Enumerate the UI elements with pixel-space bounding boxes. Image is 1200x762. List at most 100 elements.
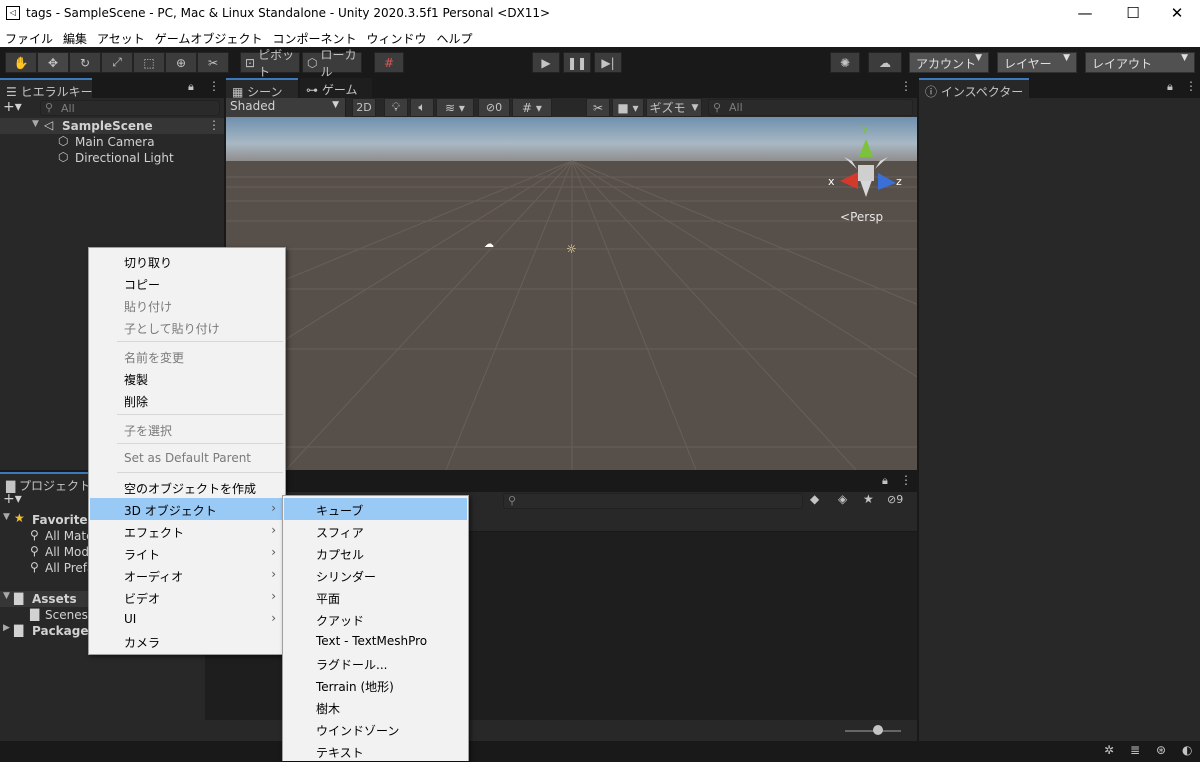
menu-item-select-children[interactable]: 子を選択 — [90, 418, 284, 440]
submenu-item-tree[interactable]: 樹木 — [284, 696, 467, 718]
tab-hierarchy[interactable]: ☰ ヒエラルキー — [0, 78, 93, 99]
lock-icon[interactable]: 🔒︎ — [1167, 80, 1173, 94]
lighting-toggle[interactable]: 💡︎ — [384, 98, 408, 117]
projection-toggle[interactable]: <Persp — [840, 210, 883, 224]
tab-scene[interactable]: ▦ シーン — [226, 78, 298, 99]
favorite-star-icon[interactable]: ★ — [863, 492, 874, 506]
auto-generate-lighting-icon[interactable]: ⊛ — [1156, 743, 1166, 757]
menu-item-delete[interactable]: 削除 — [90, 389, 284, 411]
submenu-item-capsule[interactable]: カプセル — [284, 542, 467, 564]
maximize-button[interactable]: ☐ — [1110, 0, 1156, 27]
sun-gizmo-icon[interactable]: ☼ — [566, 242, 577, 256]
hierarchy-search-input[interactable]: ⚲ All — [40, 100, 220, 116]
layout-dropdown[interactable]: レイアウト ▼ — [1085, 52, 1195, 73]
menu-help[interactable]: ヘルプ — [431, 27, 477, 47]
menu-item-cut[interactable]: 切り取り — [90, 250, 284, 272]
minimize-button[interactable]: — — [1062, 0, 1108, 27]
hidden-packages-toggle[interactable]: ⊘9 — [887, 493, 903, 506]
grid-dropdown[interactable]: # ▾ — [512, 98, 552, 117]
menu-item-paste[interactable]: 貼り付け — [90, 294, 284, 316]
lock-icon[interactable]: 🔒︎ — [882, 474, 888, 488]
hierarchy-item-directional-light[interactable]: ⬡ Directional Light — [0, 150, 224, 166]
tab-project[interactable]: ▇ プロジェクト — [0, 472, 91, 493]
submenu-item-quad[interactable]: クアッド — [284, 608, 467, 630]
menu-item-create-empty[interactable]: 空のオブジェクトを作成 — [90, 476, 284, 498]
filter-by-label-icon[interactable]: ◈ — [838, 492, 847, 506]
cloud-button[interactable]: ☁ — [868, 52, 902, 73]
audio-toggle[interactable]: 🔈︎ — [410, 98, 434, 117]
menu-component[interactable]: コンポーネント — [267, 27, 361, 47]
custom-tool-button[interactable]: ✂ — [197, 52, 229, 73]
project-create-button[interactable]: +▾ — [3, 491, 22, 507]
kebab-menu-icon[interactable]: ⋮ — [208, 79, 220, 93]
scene-tools-button[interactable]: ✂ — [586, 98, 610, 117]
submenu-item-terrain[interactable]: Terrain (地形) — [284, 674, 467, 696]
kebab-menu-icon[interactable]: ⋮ — [900, 473, 912, 487]
submenu-item-cylinder[interactable]: シリンダー — [284, 564, 467, 586]
menu-edit[interactable]: 編集 — [58, 27, 92, 47]
menu-item-set-default-parent[interactable]: Set as Default Parent — [90, 447, 284, 469]
2d-toggle[interactable]: 2D — [352, 98, 376, 117]
step-button[interactable]: ▶| — [594, 52, 622, 73]
tab-game[interactable]: ⊶ ゲーム — [300, 78, 372, 98]
menu-assets[interactable]: アセット — [92, 27, 150, 47]
submenu-item-plane[interactable]: 平面 — [284, 586, 467, 608]
submenu-item-ragdoll[interactable]: ラグドール... — [284, 652, 467, 674]
local-toggle[interactable]: ⬡ ローカル — [302, 48, 362, 79]
kebab-menu-icon[interactable]: ⋮ — [208, 118, 220, 132]
shading-mode-dropdown[interactable]: Shaded ▼ — [226, 98, 346, 117]
scene-search-input[interactable]: ⚲ All — [708, 99, 913, 116]
scene-viewport[interactable]: ☁ ☼ y x z <Persp — [226, 117, 917, 470]
menu-item-ui[interactable]: UI › — [90, 608, 284, 630]
cache-server-icon[interactable]: ≣ — [1130, 743, 1140, 757]
pivot-toggle[interactable]: ⊡ ピボット — [240, 48, 300, 79]
progress-icon[interactable]: ◐ — [1182, 743, 1192, 757]
transform-tool-button[interactable]: ⊕ — [165, 52, 197, 73]
submenu-item-text[interactable]: テキスト — [284, 740, 467, 762]
hidden-objects-toggle[interactable]: ⊘ 0 — [478, 98, 510, 117]
submenu-item-textmeshpro[interactable]: Text - TextMeshPro — [284, 630, 467, 652]
kebab-menu-icon[interactable]: ⋮ — [900, 79, 912, 93]
tab-inspector[interactable]: ⓘ インスペクター — [919, 78, 1029, 99]
pause-button[interactable]: ❚❚ — [563, 52, 591, 73]
menu-item-light[interactable]: ライト › — [90, 542, 284, 564]
layers-dropdown[interactable]: レイヤー ▼ — [997, 52, 1077, 73]
rotate-tool-button[interactable]: ↻ — [69, 52, 101, 73]
hierarchy-item-main-camera[interactable]: ⬡ Main Camera — [0, 134, 224, 150]
menu-item-paste-as-child[interactable]: 子として貼り付け — [90, 316, 284, 338]
submenu-item-windzone[interactable]: ウインドゾーン — [284, 718, 467, 740]
menu-item-copy[interactable]: コピー — [90, 272, 284, 294]
camera-dropdown[interactable]: ■ ▾ — [612, 98, 644, 117]
menu-item-duplicate[interactable]: 複製 — [90, 367, 284, 389]
rect-tool-button[interactable]: ⬚ — [133, 52, 165, 73]
scale-tool-button[interactable]: ⤢ — [101, 52, 133, 73]
orientation-gizmo[interactable] — [826, 125, 906, 205]
effects-dropdown[interactable]: ≋ ▾ — [436, 98, 474, 117]
slider-thumb[interactable] — [873, 725, 883, 735]
project-search-input[interactable]: ⚲ — [503, 493, 803, 509]
collab-button[interactable]: ✺ — [830, 52, 860, 73]
hand-tool-button[interactable]: ✋ — [5, 52, 37, 73]
menu-gameobject[interactable]: ゲームオブジェクト — [150, 27, 268, 47]
filter-by-type-icon[interactable]: ◆ — [810, 492, 819, 506]
move-tool-button[interactable]: ✥ — [37, 52, 69, 73]
menu-item-3d-object[interactable]: 3D オブジェクト › — [90, 498, 284, 520]
close-button[interactable]: ✕ — [1154, 0, 1200, 27]
menu-file[interactable]: ファイル — [0, 27, 58, 47]
gizmos-dropdown[interactable]: ギズモ ▼ — [646, 98, 702, 117]
menu-item-effects[interactable]: エフェクト › — [90, 520, 284, 542]
menu-item-audio[interactable]: オーディオ › — [90, 564, 284, 586]
lock-icon[interactable]: 🔒︎ — [188, 80, 194, 94]
menu-item-camera[interactable]: カメラ — [90, 630, 284, 652]
submenu-item-sphere[interactable]: スフィア — [284, 520, 467, 542]
submenu-item-cube[interactable]: キューブ — [284, 498, 467, 520]
play-button[interactable]: ▶ — [532, 52, 560, 73]
create-button[interactable]: +▾ — [3, 99, 22, 115]
grid-snap-button[interactable]: # — [374, 52, 404, 73]
scene-row[interactable]: ▼ ◁ SampleScene ⋮ — [0, 118, 224, 134]
debug-icon[interactable]: ✲ — [1104, 743, 1114, 757]
kebab-menu-icon[interactable]: ⋮ — [1185, 79, 1197, 93]
menu-item-rename[interactable]: 名前を変更 — [90, 345, 284, 367]
account-dropdown[interactable]: アカウント ▼ — [909, 52, 989, 73]
menu-item-video[interactable]: ビデオ › — [90, 586, 284, 608]
